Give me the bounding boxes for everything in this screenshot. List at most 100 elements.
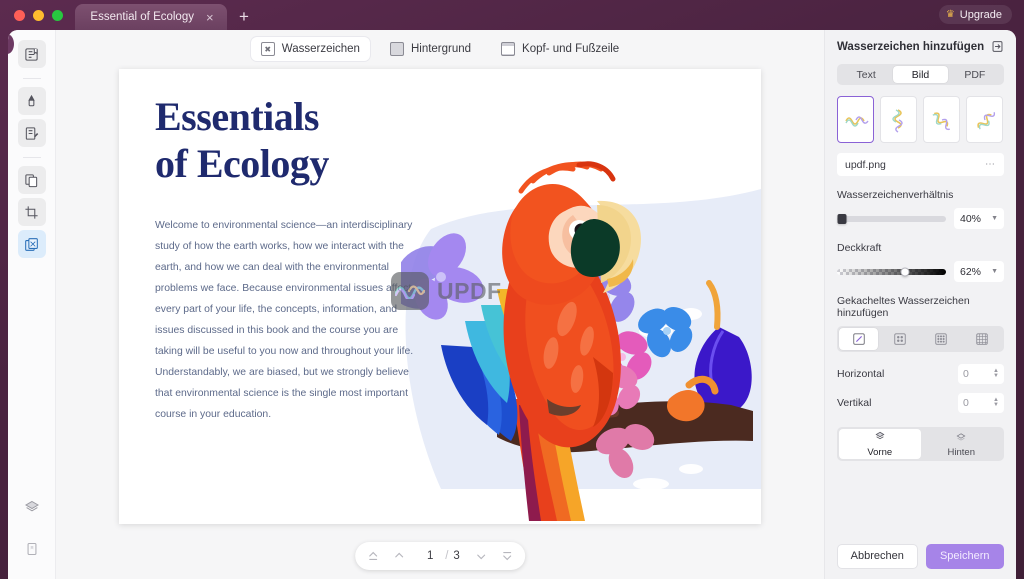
ratio-value-box[interactable]: 40% ▼ xyxy=(954,208,1004,229)
ratio-control: 40% ▼ xyxy=(837,208,1004,229)
watermark-thumbnail-3[interactable] xyxy=(923,96,960,143)
panel-body: Text Bild PDF xyxy=(825,64,1016,533)
document-viewport[interactable]: Essentials of Ecology Welcome to environ… xyxy=(56,65,824,579)
chevron-down-icon[interactable]: ▼ xyxy=(991,215,998,222)
watermark-panel: Wasserzeichen hinzufügen Text Bild PDF xyxy=(824,30,1016,579)
watermark-preview[interactable]: UPDF xyxy=(391,272,502,310)
tab-pdf[interactable]: PDF xyxy=(948,66,1002,83)
tile-3x3-icon[interactable] xyxy=(922,328,961,350)
opacity-slider[interactable] xyxy=(837,269,946,275)
sidebar-item-layers[interactable] xyxy=(18,493,46,521)
horizontal-label: Horizontal xyxy=(837,368,884,380)
tile-4x4-icon[interactable] xyxy=(963,328,1002,350)
new-tab-button[interactable]: + xyxy=(239,8,249,25)
close-tab-icon[interactable]: × xyxy=(204,11,216,24)
watermark-file-row[interactable]: updf.png ⋯ xyxy=(837,153,1004,176)
last-page-button[interactable] xyxy=(495,545,519,567)
maximize-window-button[interactable] xyxy=(52,10,63,21)
minimize-window-button[interactable] xyxy=(33,10,44,21)
stepper-arrows-icon-2[interactable]: ▲▼ xyxy=(993,398,999,408)
send-back-button[interactable]: Hinten xyxy=(921,429,1003,459)
opacity-control: 62% ▼ xyxy=(837,261,1004,282)
tool-watermark[interactable]: ✖ Wasserzeichen xyxy=(251,37,370,61)
tool-header-footer[interactable]: Kopf- und Fußzeile xyxy=(491,37,629,61)
opacity-slider-knob[interactable] xyxy=(900,267,909,276)
document-page: Essentials of Ecology Welcome to environ… xyxy=(119,69,761,524)
tool-background[interactable]: Hintergrund xyxy=(380,37,481,61)
window-controls xyxy=(0,10,63,30)
opacity-value-box[interactable]: 62% ▼ xyxy=(954,261,1004,282)
horizontal-stepper[interactable]: 0 ▲▼ xyxy=(958,364,1004,384)
tile-2x2-icon[interactable] xyxy=(880,328,919,350)
sidebar-item-edit[interactable] xyxy=(18,119,46,147)
background-icon xyxy=(390,42,404,56)
watermark-thumbnail-4[interactable] xyxy=(966,96,1003,143)
document-tab-label: Essential of Ecology xyxy=(90,11,194,23)
rail-divider-2 xyxy=(23,157,41,158)
left-rail-bottom xyxy=(8,493,56,567)
header-footer-icon xyxy=(501,42,515,56)
sidebar-item-bookmark[interactable] xyxy=(18,535,46,563)
updf-logo-icon xyxy=(391,272,429,310)
watermark-thumbnail-2[interactable] xyxy=(880,96,917,143)
tool-background-label: Hintergrund xyxy=(411,43,471,55)
horizontal-field: Horizontal 0 ▲▼ xyxy=(837,364,1004,384)
watermark-icon: ✖ xyxy=(261,42,275,56)
sidebar-item-crop[interactable] xyxy=(18,198,46,226)
vertical-value: 0 xyxy=(963,397,969,409)
page-title-line-1: Essentials xyxy=(155,93,425,140)
first-page-button[interactable] xyxy=(361,545,385,567)
watermark-text: UPDF xyxy=(437,278,502,305)
upgrade-button[interactable]: ♛ Upgrade xyxy=(939,5,1012,24)
watermark-thumbnails xyxy=(837,96,1004,143)
ratio-label: Wasserzeichenverhältnis xyxy=(837,189,1004,201)
bring-front-icon xyxy=(874,430,886,445)
tab-image[interactable]: Bild xyxy=(893,66,947,83)
sidebar-item-annotate[interactable] xyxy=(18,87,46,115)
stepper-arrows-icon[interactable]: ▲▼ xyxy=(993,369,999,379)
tab-text[interactable]: Text xyxy=(839,66,893,83)
page-navigation: 1 / 3 xyxy=(355,542,525,570)
watermark-type-tabs: Text Bild PDF xyxy=(837,64,1004,85)
vertical-stepper[interactable]: 0 ▲▼ xyxy=(958,393,1004,413)
chevron-down-icon-2[interactable]: ▼ xyxy=(991,268,998,275)
save-button[interactable]: Speichern xyxy=(926,544,1005,569)
sidebar-item-organize-pages[interactable] xyxy=(18,166,46,194)
tile-none-icon[interactable] xyxy=(839,328,878,350)
page-title: Essentials of Ecology xyxy=(155,93,425,187)
vertical-label: Vertikal xyxy=(837,397,871,409)
horizontal-value: 0 xyxy=(963,368,969,380)
watermark-thumbnail-1[interactable] xyxy=(837,96,874,143)
page-body-text: Welcome to environmental science—an inte… xyxy=(155,215,425,425)
page-separator: / xyxy=(445,550,448,562)
page-text-block: Essentials of Ecology Welcome to environ… xyxy=(155,93,425,425)
send-back-label: Hinten xyxy=(948,447,975,458)
sidebar-item-watermark[interactable] xyxy=(18,230,46,258)
rail-selection-marker xyxy=(8,34,14,54)
center-column: ✖ Wasserzeichen Hintergrund Kopf- und Fu… xyxy=(56,30,824,579)
watermark-file-name: updf.png xyxy=(845,159,886,171)
sidebar-item-reader[interactable] xyxy=(18,40,46,68)
current-page-input[interactable]: 1 xyxy=(420,550,440,562)
file-options-button[interactable]: ⋯ xyxy=(985,159,996,170)
tiled-watermark-label: Gekacheltes Wasserzeichen hinzufügen xyxy=(837,295,1004,319)
next-page-button[interactable] xyxy=(469,545,493,567)
cancel-button[interactable]: Abbrechen xyxy=(837,544,918,569)
app-body: ✖ Wasserzeichen Hintergrund Kopf- und Fu… xyxy=(8,30,1016,579)
bring-front-label: Vorne xyxy=(867,447,892,458)
ratio-slider[interactable] xyxy=(837,216,946,222)
ratio-slider-knob[interactable] xyxy=(838,214,847,224)
collapse-panel-icon[interactable] xyxy=(991,40,1004,55)
panel-header: Wasserzeichen hinzufügen xyxy=(825,30,1016,64)
rail-divider xyxy=(23,78,41,79)
app-window: Essential of Ecology × + ♛ Upgrade xyxy=(0,0,1024,579)
document-tab[interactable]: Essential of Ecology × xyxy=(75,4,227,30)
left-rail xyxy=(8,30,56,579)
previous-page-button[interactable] xyxy=(387,545,411,567)
panel-footer: Abbrechen Speichern xyxy=(825,533,1016,579)
close-window-button[interactable] xyxy=(14,10,25,21)
bring-front-button[interactable]: Vorne xyxy=(839,429,921,459)
page-indicator[interactable]: 1 / 3 xyxy=(413,550,467,562)
panel-title: Wasserzeichen hinzufügen xyxy=(837,41,984,53)
opacity-label: Deckkraft xyxy=(837,242,1004,254)
